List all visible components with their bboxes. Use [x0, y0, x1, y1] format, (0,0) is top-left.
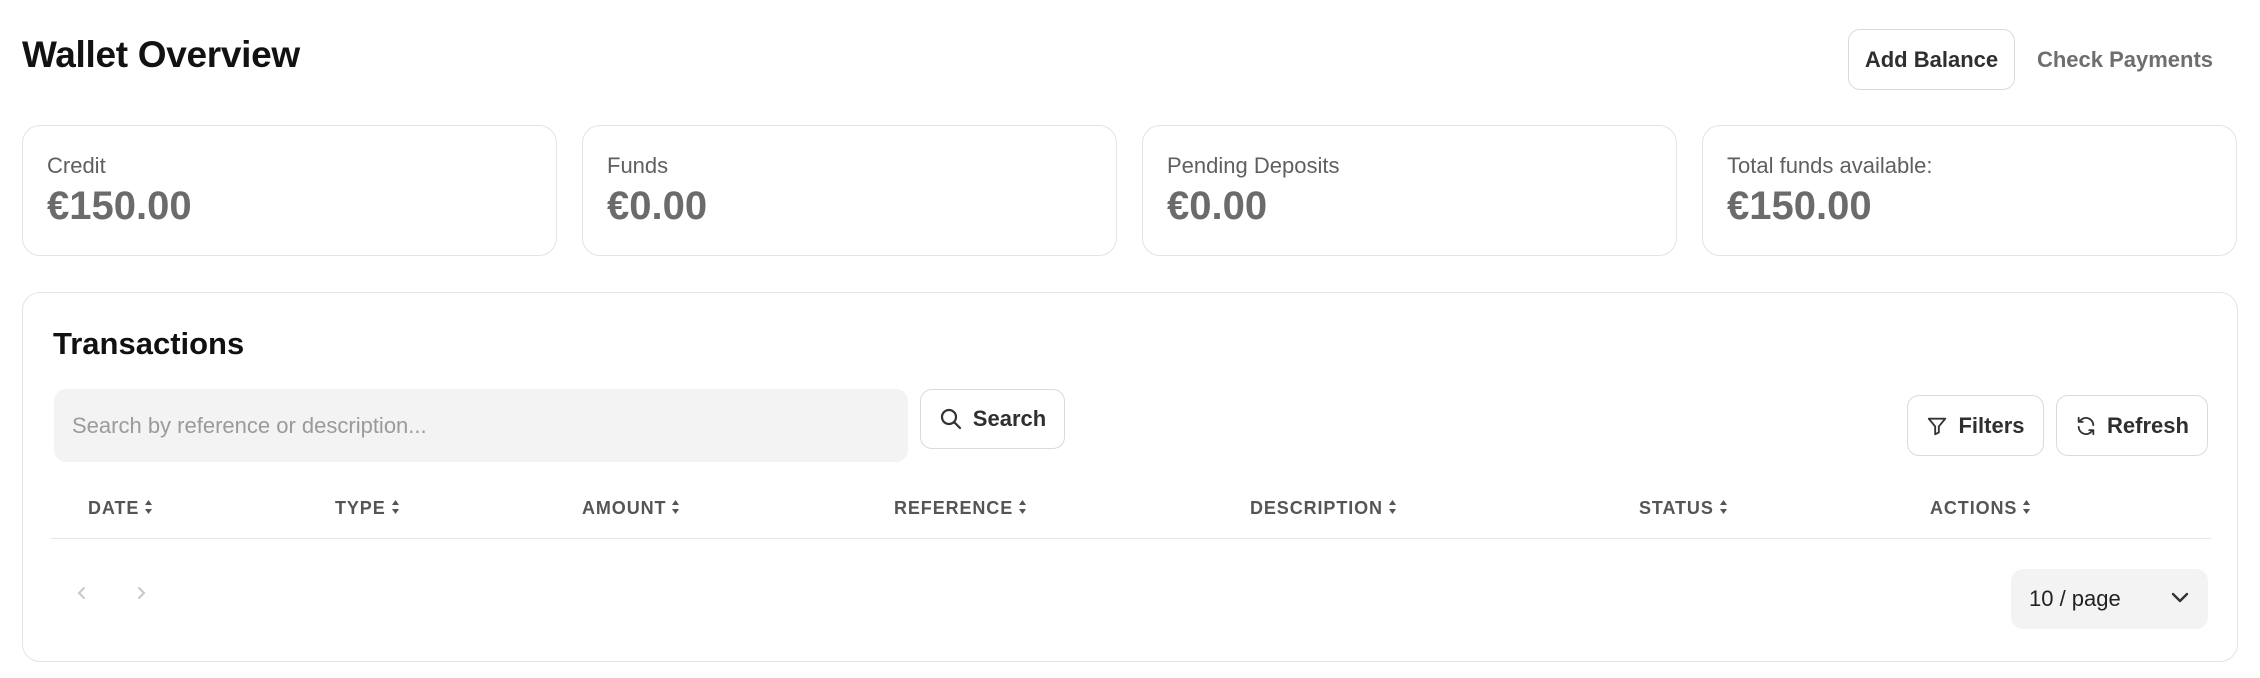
filters-button[interactable]: Filters — [1907, 395, 2044, 456]
search-icon — [939, 407, 963, 431]
column-label-description: DESCRIPTION — [1250, 498, 1383, 518]
credit-card: Credit €150.00 — [22, 125, 557, 256]
sort-icon — [671, 498, 680, 515]
filters-button-label: Filters — [1958, 412, 2025, 438]
search-button-label: Search — [972, 406, 1047, 431]
page-size-select[interactable]: 10 / page — [2011, 569, 2208, 629]
column-label-status: STATUS — [1639, 498, 1714, 518]
funds-card: Funds €0.00 — [582, 125, 1117, 256]
sort-icon — [2022, 498, 2031, 515]
column-header-reference[interactable]: REFERENCE — [894, 498, 1027, 538]
column-label-actions: ACTIONS — [1930, 498, 2018, 518]
column-header-actions[interactable]: ACTIONS — [1930, 498, 2031, 538]
total-funds-value: €150.00 — [1727, 184, 1872, 228]
next-page-button[interactable] — [129, 583, 153, 607]
credit-label: Credit — [47, 153, 106, 178]
column-label-amount: AMOUNT — [582, 498, 667, 518]
wallet-overview-page: Wallet Overview Add Balance Check Paymen… — [0, 0, 2260, 678]
refresh-button[interactable]: Refresh — [2056, 395, 2208, 456]
sort-icon — [1719, 498, 1728, 515]
page-title: Wallet Overview — [22, 34, 300, 75]
transactions-table-header: DATE TYPE AMOUNT REFERENCE DESCRIPTION S… — [51, 498, 2211, 539]
sort-icon — [1018, 498, 1027, 515]
pending-deposits-card: Pending Deposits €0.00 — [1142, 125, 1677, 256]
column-header-status[interactable]: STATUS — [1639, 498, 1728, 538]
sort-icon — [391, 498, 400, 515]
chevron-left-icon — [76, 585, 88, 606]
check-payments-button[interactable]: Check Payments — [2030, 29, 2220, 90]
column-label-reference: REFERENCE — [894, 498, 1014, 518]
search-button[interactable]: Search — [920, 389, 1065, 449]
credit-value: €150.00 — [47, 184, 192, 228]
pending-deposits-value: €0.00 — [1167, 184, 1268, 228]
total-funds-card: Total funds available: €150.00 — [1702, 125, 2237, 256]
column-header-type[interactable]: TYPE — [335, 498, 400, 538]
previous-page-button[interactable] — [70, 583, 94, 607]
refresh-button-label: Refresh — [2107, 412, 2189, 438]
column-header-date[interactable]: DATE — [88, 498, 153, 538]
chevron-right-icon — [135, 585, 147, 606]
funds-label: Funds — [607, 153, 669, 178]
refresh-icon — [2075, 415, 2097, 437]
funds-value: €0.00 — [607, 184, 708, 228]
filter-icon — [1926, 415, 1948, 437]
column-label-type: TYPE — [335, 498, 386, 518]
search-input[interactable] — [54, 389, 908, 462]
column-header-description[interactable]: DESCRIPTION — [1250, 498, 1397, 538]
transactions-title: Transactions — [53, 326, 245, 361]
column-label-date: DATE — [88, 498, 140, 518]
transactions-panel: Transactions Search Filters — [22, 292, 2238, 662]
column-header-amount[interactable]: AMOUNT — [582, 498, 680, 538]
page-size-label: 10 / page — [2029, 586, 2121, 611]
sort-icon — [144, 498, 153, 515]
total-funds-label: Total funds available: — [1727, 153, 1933, 178]
sort-icon — [1388, 498, 1397, 515]
chevron-down-icon — [2170, 590, 2190, 609]
add-balance-button[interactable]: Add Balance — [1848, 29, 2015, 90]
pending-deposits-label: Pending Deposits — [1167, 153, 1340, 178]
